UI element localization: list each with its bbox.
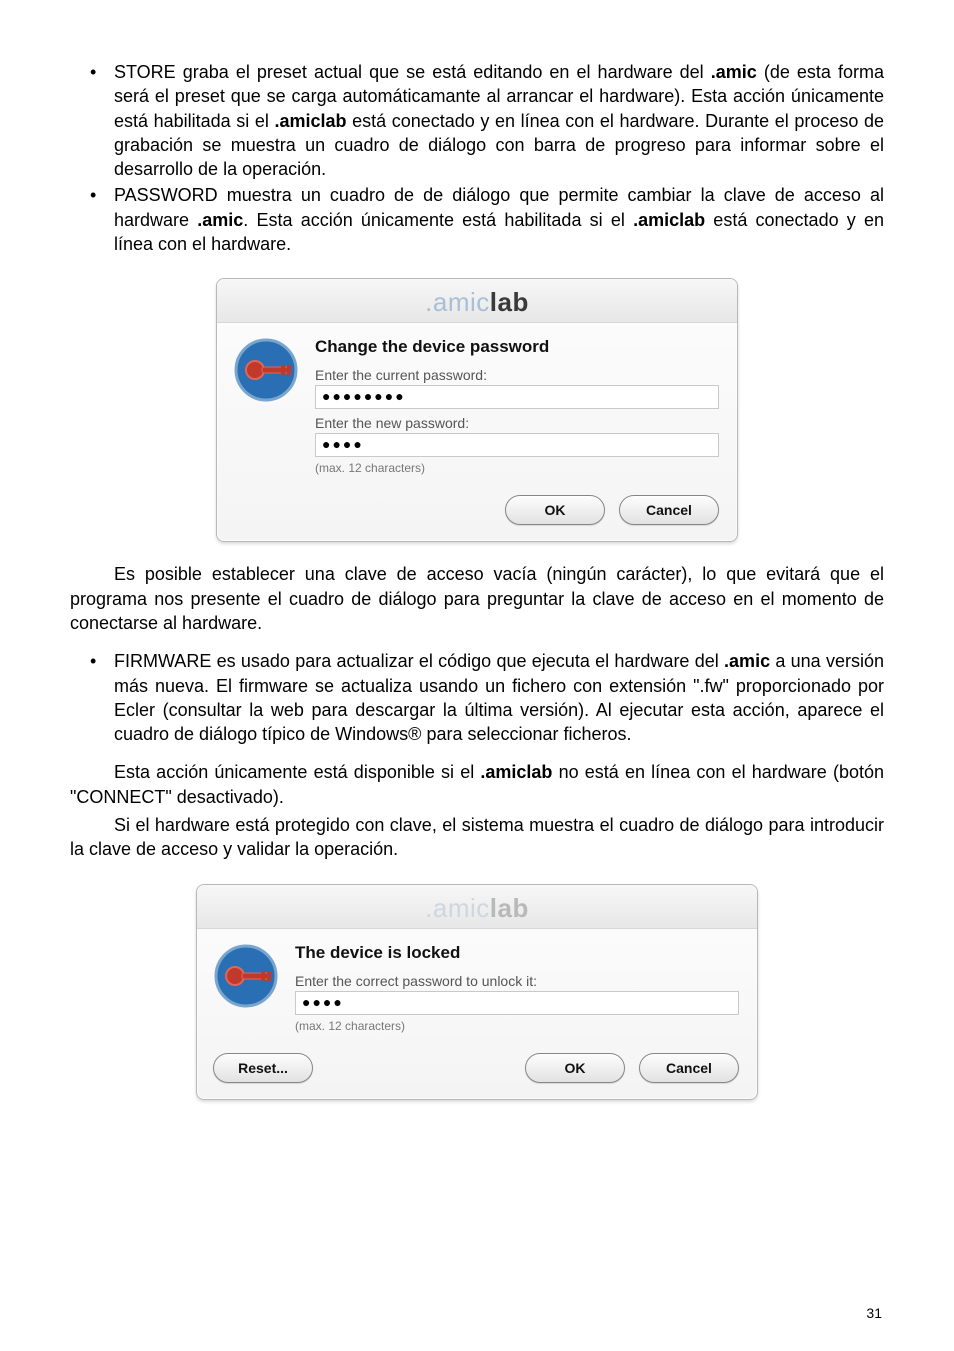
ok-button[interactable]: OK xyxy=(525,1053,625,1083)
ok-button[interactable]: OK xyxy=(505,495,605,525)
text-bold: .amic xyxy=(724,651,770,671)
dialog-heading: Change the device password xyxy=(315,337,719,357)
dialog-title-bar: .amiclab xyxy=(217,279,737,323)
bulleted-list-1: STORE graba el preset actual que se está… xyxy=(70,60,884,256)
paragraph: Esta acción únicamente está disponible s… xyxy=(70,760,884,809)
unlock-password-label: Enter the correct password to unlock it: xyxy=(295,973,739,989)
text-bold: .amic xyxy=(711,62,757,82)
dialog-heading: The device is locked xyxy=(295,943,739,963)
current-password-input[interactable]: ●●●●●●●● xyxy=(315,385,719,409)
paragraph: Es posible establecer una clave de acces… xyxy=(70,562,884,635)
logo-lab: lab xyxy=(490,287,529,317)
key-icon xyxy=(213,943,279,1009)
current-password-label: Enter the current password: xyxy=(315,367,719,383)
page-number: 31 xyxy=(866,1305,882,1321)
text: . Esta acción únicamente está habilitada… xyxy=(243,210,633,230)
text-bold: .amiclab xyxy=(274,111,346,131)
device-locked-dialog: .amiclab The device is locked Enter the xyxy=(70,884,884,1100)
text-bold: .amiclab xyxy=(480,762,552,782)
text-bold: .amic xyxy=(197,210,243,230)
cancel-button[interactable]: Cancel xyxy=(619,495,719,525)
text: FIRMWARE es usado para actualizar el cód… xyxy=(114,651,724,671)
dialog-title-bar: .amiclab xyxy=(197,885,757,929)
text: STORE graba el preset actual que se está… xyxy=(114,62,711,82)
text-bold: .amiclab xyxy=(633,210,705,230)
list-item: FIRMWARE es usado para actualizar el cód… xyxy=(114,649,884,746)
new-password-label: Enter the new password: xyxy=(315,415,719,431)
change-password-dialog: .amiclab Change the device password Ent xyxy=(70,278,884,542)
app-logo: .amiclab xyxy=(425,893,529,923)
key-icon xyxy=(233,337,299,403)
paragraph: Si el hardware está protegido con clave,… xyxy=(70,813,884,862)
text: Si el hardware está protegido con clave,… xyxy=(70,815,884,859)
cancel-button[interactable]: Cancel xyxy=(639,1053,739,1083)
new-password-input[interactable]: ●●●● xyxy=(315,433,719,457)
password-hint: (max. 12 characters) xyxy=(295,1019,739,1033)
text: Es posible establecer una clave de acces… xyxy=(70,564,884,633)
list-item: STORE graba el preset actual que se está… xyxy=(114,60,884,181)
text: Esta acción únicamente está disponible s… xyxy=(114,762,480,782)
logo-amic: .amic xyxy=(425,287,490,317)
logo-lab: lab xyxy=(490,893,529,923)
app-logo: .amiclab xyxy=(425,287,529,317)
password-hint: (max. 12 characters) xyxy=(315,461,719,475)
reset-button[interactable]: Reset... xyxy=(213,1053,313,1083)
logo-amic: .amic xyxy=(425,893,490,923)
bulleted-list-2: FIRMWARE es usado para actualizar el cód… xyxy=(70,649,884,746)
list-item: PASSWORD muestra un cuadro de de diálogo… xyxy=(114,183,884,256)
unlock-password-input[interactable]: ●●●● xyxy=(295,991,739,1015)
